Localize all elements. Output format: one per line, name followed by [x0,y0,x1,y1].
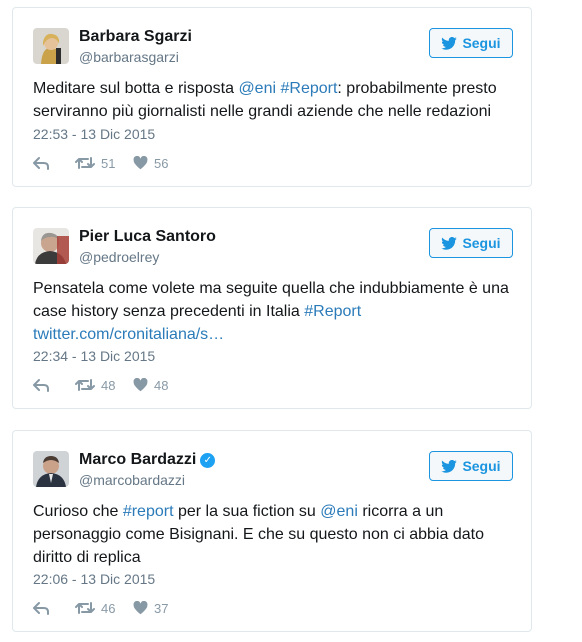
user-name[interactable]: Marco Bardazzi ✓ [79,451,216,469]
follow-button[interactable]: Segui [429,28,513,58]
bird-icon [441,236,458,250]
retweet-count: 48 [101,377,116,393]
hashtag-link[interactable]: #Report [304,303,361,320]
reply-button[interactable] [33,376,49,394]
url-link[interactable]: twitter.com/cronitaliana/s… [33,326,224,343]
user-handle[interactable]: @pedroelrey [79,249,159,265]
retweet-count: 51 [101,155,116,171]
bird-icon [441,459,458,473]
verified-icon: ✓ [200,453,216,468]
retweet-icon [75,602,95,614]
heart-icon [133,378,148,392]
hashtag-link[interactable]: #Report [280,80,337,97]
mention-link[interactable]: @eni [238,80,276,97]
follow-button[interactable]: Segui [429,451,513,481]
user-name[interactable]: Barbara Sgarzi [79,28,192,46]
like-count: 56 [154,155,169,171]
tweet-card-barbara[interactable]: Barbara Sgarzi @barbarasgarzi Segui Medi… [12,7,532,187]
reply-button[interactable] [33,599,49,617]
mention-link[interactable]: @eni [320,503,358,520]
retweet-button[interactable]: 51 [75,154,115,172]
like-button[interactable]: 56 [133,154,168,172]
follow-button[interactable]: Segui [429,228,513,258]
tweet-date[interactable]: 22:34 - 13 Dic 2015 [33,348,155,364]
retweet-button[interactable]: 48 [75,376,115,394]
heart-icon [133,601,148,615]
retweet-icon [75,157,95,169]
retweet-count: 46 [101,600,116,616]
reply-icon [33,379,49,392]
tweet-date[interactable]: 22:06 - 13 Dic 2015 [33,571,155,587]
follow-label: Segui [462,35,501,51]
like-button[interactable]: 37 [133,599,168,617]
user-handle[interactable]: @barbarasgarzi [79,49,179,65]
reply-icon [33,602,49,615]
avatar[interactable] [33,28,69,64]
retweet-button[interactable]: 46 [75,599,115,617]
like-count: 48 [154,377,169,393]
retweet-icon [75,379,95,391]
follow-label: Segui [462,458,501,474]
avatar[interactable] [33,228,69,264]
tweet-text: Curioso che #report per la sua fiction s… [33,503,484,566]
like-button[interactable]: 48 [133,376,168,394]
bird-icon [441,36,458,50]
follow-label: Segui [462,235,501,251]
tweet-date[interactable]: 22:53 - 13 Dic 2015 [33,126,155,142]
tweet-card-pierluca[interactable]: Pier Luca Santoro @pedroelrey Segui Pens… [12,207,532,409]
like-count: 37 [154,600,169,616]
reply-icon [33,157,49,170]
user-handle[interactable]: @marcobardazzi [79,472,185,488]
hashtag-link[interactable]: #report [123,503,174,520]
tweet-card-marco[interactable]: Marco Bardazzi ✓ @marcobardazzi Segui Cur… [12,430,532,632]
user-name[interactable]: Pier Luca Santoro [79,228,216,246]
avatar[interactable] [33,451,69,487]
tweet-text: Meditare sul botta e risposta @eni #Repo… [33,80,497,120]
heart-icon [133,156,148,170]
tweet-text: Pensatela come volete ma seguite quella … [33,280,509,343]
reply-button[interactable] [33,154,49,172]
